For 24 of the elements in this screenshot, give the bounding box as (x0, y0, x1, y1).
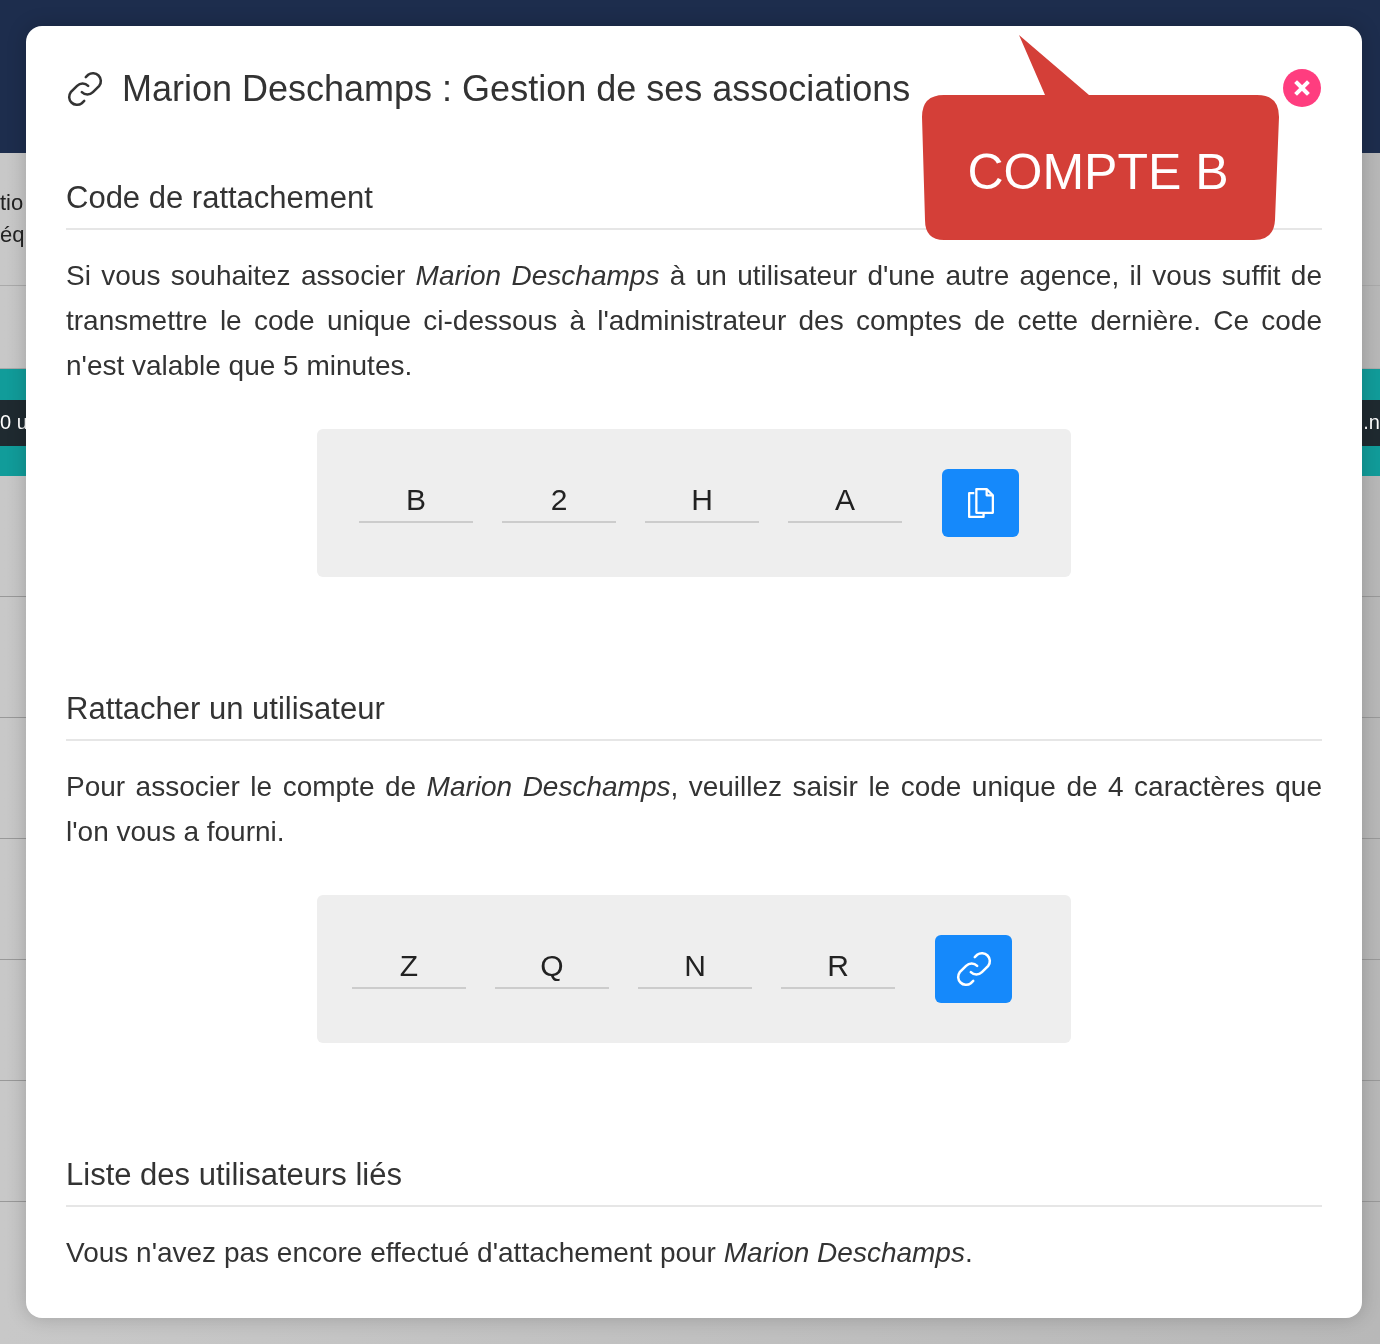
link-button[interactable] (935, 935, 1012, 1003)
background-text: .n (1363, 411, 1380, 434)
link-icon (954, 950, 993, 988)
code-input[interactable]: Z (352, 949, 466, 989)
close-icon (1292, 78, 1312, 98)
background-text: 0 u (0, 411, 28, 434)
code-character: H (645, 483, 759, 523)
paragraph: Pour associer le compte de Marion Deschamps, veuillez saisir le code unique de 4 caractères que l'on vous a fourni. (66, 770, 1322, 849)
code-character: A (788, 483, 902, 523)
paragraph: Vous n'avez pas encore effectué d'attachement pour Marion Deschamps. (66, 1236, 974, 1270)
background-text: éq (0, 221, 25, 249)
dialog-title: Marion Deschamps : Gestion de ses associations (122, 68, 911, 110)
code-character: 2 (502, 483, 616, 523)
paragraph: Si vous souhaitez associer Marion Deschamps à un utilisateur d'une autre agence, il vous suffit de transmettre le code unique ci-dessous à l'administrateur des comptes de cette dernière. Ce code n'est valable que 5 minutes. (66, 259, 1322, 383)
code-input[interactable]: R (781, 949, 895, 989)
link-icon (66, 70, 104, 108)
section-heading: Liste des utilisateurs liés (66, 1157, 1322, 1207)
copy-button[interactable] (942, 469, 1019, 537)
code-input[interactable]: Q (495, 949, 609, 989)
close-button[interactable] (1283, 69, 1321, 107)
background-text: tio (0, 189, 24, 217)
code-character: B (359, 483, 473, 523)
code-input[interactable]: N (638, 949, 752, 989)
section-heading: Rattacher un utilisateur (66, 691, 1322, 741)
